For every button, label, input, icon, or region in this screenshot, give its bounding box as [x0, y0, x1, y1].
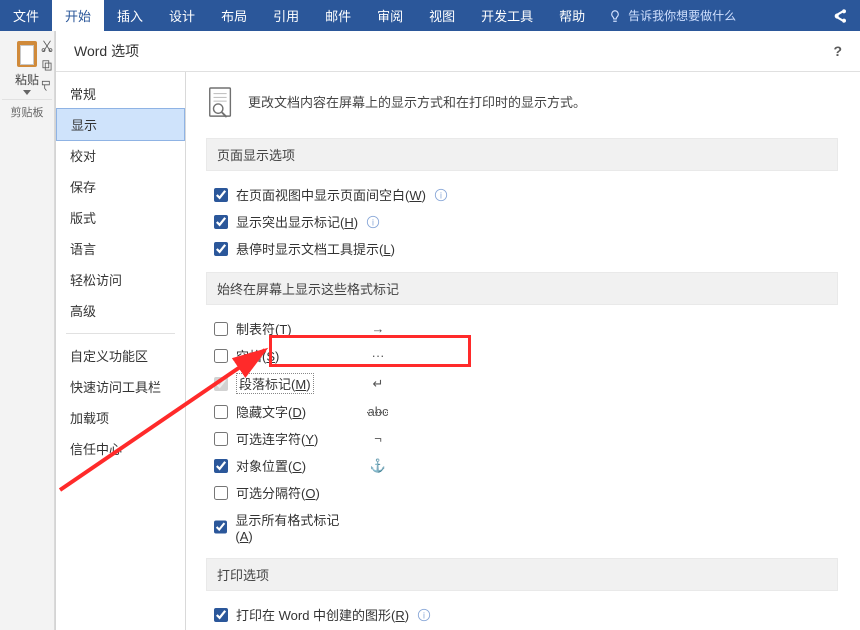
option-label[interactable]: 悬停时显示文档工具提示(L)	[236, 239, 395, 258]
lightbulb-icon	[608, 9, 622, 23]
sidenav-item-11[interactable]: 信任中心	[56, 433, 185, 464]
tell-me[interactable]: 告诉我你想要做什么	[598, 0, 746, 31]
svg-text:i: i	[372, 217, 374, 227]
section-formatting-marks: 始终在屏幕上显示这些格式标记	[206, 272, 838, 305]
options-content: 更改文档内容在屏幕上的显示方式和在打印时的显示方式。 页面显示选项 在页面视图中…	[186, 72, 860, 630]
ribbon-tab-6[interactable]: 邮件	[312, 0, 364, 31]
sidenav-item-6[interactable]: 轻松访问	[56, 264, 185, 295]
option-row: 打印在 Word 中创建的图形(R) i	[206, 601, 838, 628]
dialog-help-button[interactable]: ?	[833, 43, 842, 59]
option-label[interactable]: 空格(S)	[236, 346, 279, 365]
option-checkbox[interactable]	[214, 188, 228, 202]
svg-text:i: i	[423, 610, 425, 620]
info-icon[interactable]: i	[366, 215, 380, 229]
sidenav-item-7[interactable]: 高级	[56, 295, 185, 326]
option-label[interactable]: 段落标记(M)	[236, 373, 314, 394]
cut-icon[interactable]	[40, 39, 54, 53]
option-label[interactable]: 打印在 Word 中创建的图形(R)	[236, 605, 409, 624]
ribbon-tab-9[interactable]: 开发工具	[468, 0, 546, 31]
clipboard-group-label: 剪贴板	[2, 99, 52, 124]
option-row: 空格(S) ···	[206, 342, 406, 369]
format-sample: ↵	[358, 376, 398, 392]
option-label[interactable]: 可选分隔符(O)	[236, 483, 320, 502]
ribbon-tab-7[interactable]: 审阅	[364, 0, 416, 31]
options-sidenav: 常规显示校对保存版式语言轻松访问高级自定义功能区快速访问工具栏加载项信任中心	[56, 72, 186, 630]
sidenav-item-4[interactable]: 版式	[56, 202, 185, 233]
ribbon-tab-0[interactable]: 文件	[0, 0, 52, 31]
option-checkbox[interactable]	[214, 520, 227, 534]
option-row: 可选分隔符(O)	[206, 479, 406, 506]
sidenav-item-5[interactable]: 语言	[56, 233, 185, 264]
dialog-titlebar: Word 选项 ?	[56, 31, 860, 71]
option-checkbox[interactable]	[214, 432, 228, 446]
option-label[interactable]: 对象位置(C)	[236, 456, 306, 475]
option-checkbox[interactable]	[214, 459, 228, 473]
sidenav-item-8[interactable]: 自定义功能区	[56, 340, 185, 371]
ribbon-tab-5[interactable]: 引用	[260, 0, 312, 31]
option-row: 隐藏文字(D) abc	[206, 398, 406, 425]
option-label[interactable]: 可选连字符(Y)	[236, 429, 318, 448]
page-magnifier-icon	[206, 86, 236, 120]
sidenav-item-10[interactable]: 加载项	[56, 402, 185, 433]
option-checkbox[interactable]	[214, 405, 228, 419]
svg-text:i: i	[440, 190, 442, 200]
option-label[interactable]: 在页面视图中显示页面间空白(W)	[236, 185, 426, 204]
option-row: 悬停时显示文档工具提示(L)	[206, 235, 838, 262]
ribbon-tab-3[interactable]: 设计	[156, 0, 208, 31]
sidenav-item-1[interactable]: 显示	[56, 108, 185, 141]
option-row: 可选连字符(Y) ¬	[206, 425, 406, 452]
ribbon-tab-1[interactable]: 开始	[52, 0, 104, 31]
format-sample: ···	[358, 348, 398, 363]
sidenav-item-9[interactable]: 快速访问工具栏	[56, 371, 185, 402]
option-checkbox[interactable]	[214, 322, 228, 336]
sidenav-item-2[interactable]: 校对	[56, 140, 185, 171]
format-painter-icon[interactable]	[40, 79, 54, 93]
option-checkbox[interactable]	[214, 242, 228, 256]
option-checkbox[interactable]	[214, 377, 228, 391]
ribbon-tab-10[interactable]: 帮助	[546, 0, 598, 31]
ribbon: 文件开始插入设计布局引用邮件审阅视图开发工具帮助 告诉我你想要做什么	[0, 0, 860, 31]
sidenav-item-3[interactable]: 保存	[56, 171, 185, 202]
option-row: 对象位置(C) ⚓	[206, 452, 406, 479]
dialog-title-text: Word 选项	[74, 41, 139, 61]
ribbon-tab-8[interactable]: 视图	[416, 0, 468, 31]
intro-text: 更改文档内容在屏幕上的显示方式和在打印时的显示方式。	[248, 86, 586, 111]
option-row: 显示所有格式标记(A)	[206, 506, 406, 548]
ribbon-home-panel: 粘贴 剪贴板	[0, 31, 55, 630]
section-print-options: 打印选项	[206, 558, 838, 591]
copy-icon[interactable]	[40, 59, 54, 73]
clipboard-icon	[13, 39, 41, 69]
option-checkbox[interactable]	[214, 608, 228, 622]
word-options-dialog: Word 选项 ? 常规显示校对保存版式语言轻松访问高级自定义功能区快速访问工具…	[55, 31, 860, 630]
format-sample: →	[358, 321, 398, 336]
tell-me-text: 告诉我你想要做什么	[628, 7, 736, 24]
option-row: 在页面视图中显示页面间空白(W) i	[206, 181, 838, 208]
format-sample: abc	[358, 404, 398, 419]
info-icon[interactable]: i	[417, 608, 431, 622]
option-checkbox[interactable]	[214, 215, 228, 229]
option-label[interactable]: 显示所有格式标记(A)	[235, 510, 351, 544]
share-icon[interactable]	[832, 8, 848, 24]
chevron-down-icon	[23, 90, 31, 95]
sidenav-separator	[66, 326, 175, 334]
info-icon[interactable]: i	[434, 188, 448, 202]
format-sample: ¬	[358, 431, 398, 446]
option-label[interactable]: 显示突出显示标记(H)	[236, 212, 358, 231]
option-row: 制表符(T) →	[206, 315, 406, 342]
option-checkbox[interactable]	[214, 486, 228, 500]
ribbon-right	[832, 0, 860, 31]
ribbon-tab-2[interactable]: 插入	[104, 0, 156, 31]
sidenav-item-0[interactable]: 常规	[56, 78, 185, 109]
option-checkbox[interactable]	[214, 349, 228, 363]
paste-label: 粘贴	[15, 71, 39, 88]
option-row: 段落标记(M) ↵	[206, 369, 406, 398]
option-label[interactable]: 制表符(T)	[236, 319, 292, 338]
format-sample: ⚓	[358, 458, 398, 474]
section-page-display: 页面显示选项	[206, 138, 838, 171]
ribbon-tab-4[interactable]: 布局	[208, 0, 260, 31]
option-label[interactable]: 隐藏文字(D)	[236, 402, 306, 421]
option-row: 显示突出显示标记(H) i	[206, 208, 838, 235]
